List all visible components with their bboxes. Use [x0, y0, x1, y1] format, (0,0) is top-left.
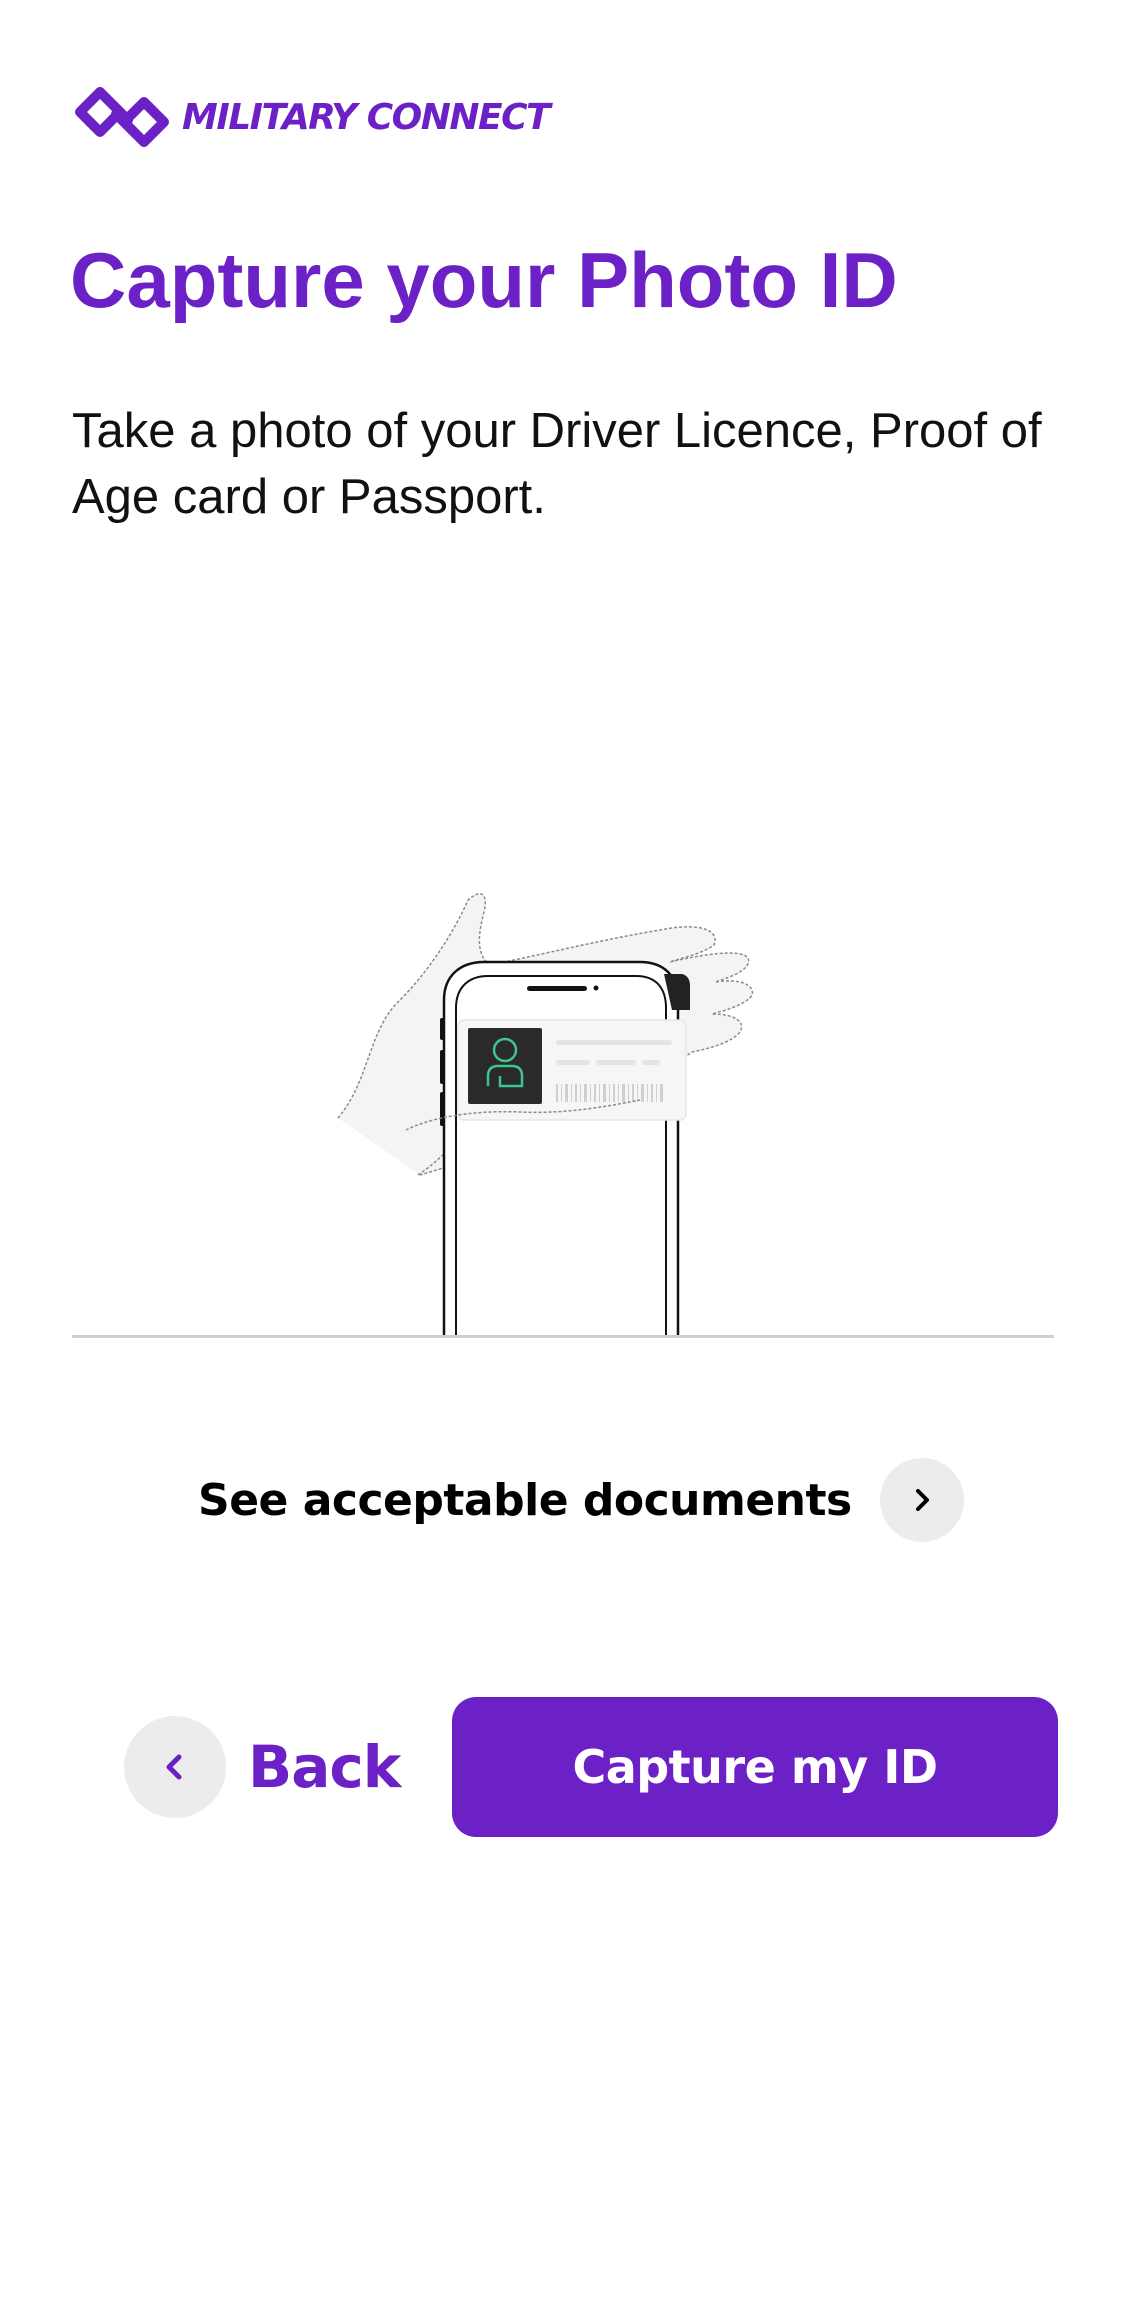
page-instructions: Take a photo of your Driver Licence, Pro… [72, 404, 1042, 524]
svg-text:✦: ✦ [146, 100, 159, 119]
id-card [457, 1019, 687, 1121]
brand-logo: ✦ ✦ MILITARY CONNECT [70, 84, 551, 150]
illustration-divider [72, 1335, 1054, 1338]
back-button-label: Back [248, 1733, 401, 1801]
svg-text:✦: ✦ [84, 116, 97, 135]
linked-rings-logo-icon: ✦ ✦ [75, 87, 169, 147]
phone-outline [442, 960, 680, 1336]
see-acceptable-documents-label: See acceptable documents [198, 1474, 852, 1526]
capture-my-id-button[interactable]: Capture my ID [452, 1697, 1058, 1837]
brand-name: MILITARY CONNECT [182, 96, 551, 138]
chevron-right-icon[interactable] [879, 1458, 964, 1542]
see-acceptable-documents-link[interactable]: See acceptable documents [198, 1458, 964, 1542]
page-title: Capture your Photo ID [70, 236, 898, 324]
back-button[interactable]: Back [124, 1716, 401, 1818]
chevron-left-icon[interactable] [124, 1716, 226, 1818]
hand-holding-phone-with-id-card-illustration [337, 893, 754, 1336]
